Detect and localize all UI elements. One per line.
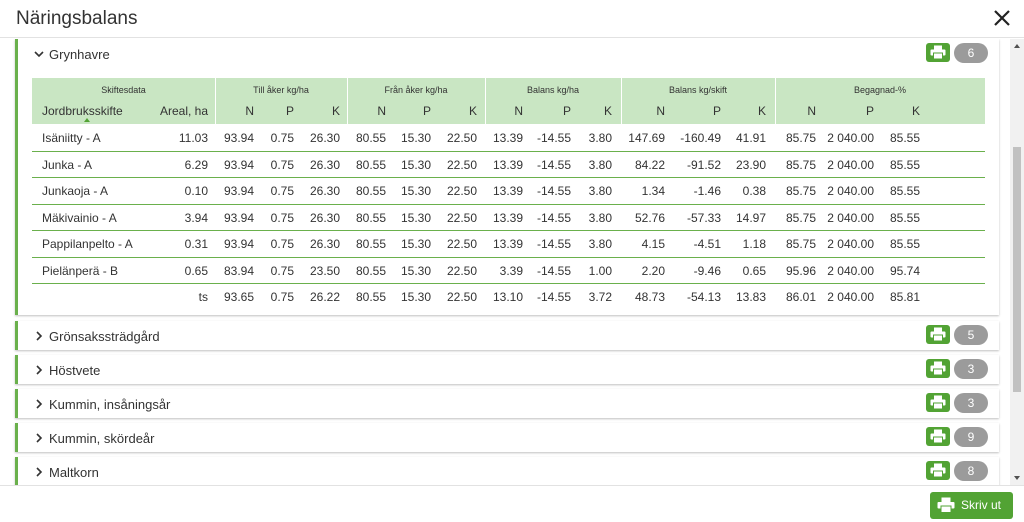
table-cell: 85.55: [889, 237, 920, 251]
column-header[interactable]: Jordbruksskifte: [42, 104, 123, 118]
column-header[interactable]: K: [552, 104, 612, 118]
printer-icon: [930, 429, 946, 444]
chevron-right-icon: [36, 467, 43, 477]
cell-field-name: Isäniitty - A: [42, 131, 101, 145]
section-header[interactable]: Kummin, skördeår 9: [18, 423, 999, 453]
header-group: Balans kg/ha: [526, 85, 580, 95]
chevron-right-icon: [36, 365, 43, 375]
table-cell: 85.55: [889, 184, 920, 198]
section-title: Kummin, skördeår: [49, 431, 155, 446]
printer-icon: [930, 327, 946, 342]
row-divider: [32, 203, 985, 205]
count-badge: 9: [954, 427, 988, 447]
cell-field-name: Junkaoja - A: [42, 184, 109, 198]
section-print-button[interactable]: [926, 393, 950, 412]
column-header[interactable]: N: [605, 104, 665, 118]
count-badge: 3: [954, 393, 988, 413]
row-divider: [32, 230, 985, 231]
section-header[interactable]: Grynhavre 6: [18, 39, 999, 69]
cell-field-name: Pappilanpelto - A: [42, 237, 133, 251]
row-divider: [32, 150, 985, 152]
row-divider: [32, 177, 985, 178]
row-divider: [32, 256, 985, 258]
close-button[interactable]: [990, 6, 1014, 30]
scroll-up-icon[interactable]: [1010, 39, 1024, 53]
row-divider: [32, 283, 985, 284]
printer-icon: [930, 361, 946, 376]
dialog-footer: Skriv ut: [0, 485, 1024, 522]
nutrient-balance-dialog: Näringsbalans Grynhavre 6 Skiftesdata Til…: [0, 0, 1024, 522]
cell-field-name: Pielänperä - B: [42, 263, 119, 278]
printer-icon: [937, 497, 955, 513]
header-group: Balans kg/skift: [668, 85, 728, 95]
section-header[interactable]: Maltkorn 8: [18, 457, 999, 485]
cell-field-name: Junka - A: [42, 157, 93, 172]
count-badge: 3: [954, 359, 988, 379]
count-badge: 6: [954, 43, 988, 63]
header-group: Begagnad-%: [853, 85, 907, 95]
section-print-button[interactable]: [926, 359, 950, 378]
chevron-right-icon: [36, 331, 43, 341]
cell-field-name: Mäkivainio - A: [42, 210, 117, 225]
sections-scroll-area[interactable]: Grynhavre 6 Skiftesdata Till åker kg/ha Fr…: [0, 39, 1010, 485]
section-title: Maltkorn: [49, 465, 99, 480]
section-title: Höstvete: [49, 363, 101, 378]
dialog-title-bar: Näringsbalans: [0, 0, 1024, 38]
section-title: Grönsakssträdgård: [49, 329, 160, 344]
section-collapsed[interactable]: Grönsakssträdgård 5: [15, 321, 999, 350]
chevron-down-icon: [34, 51, 44, 58]
count-badge: 8: [954, 461, 988, 481]
print-button[interactable]: Skriv ut: [930, 492, 1013, 519]
section-print-button[interactable]: [926, 43, 950, 62]
section-header[interactable]: Höstvete 3: [18, 355, 999, 385]
header-group: Från åker kg/ha: [384, 85, 448, 95]
table-cell: 95.74: [889, 263, 920, 278]
table-cell: 85.55: [889, 157, 920, 172]
column-header[interactable]: N: [756, 104, 816, 118]
printer-icon: [930, 463, 946, 478]
section-grynhavre: Grynhavre 6 Skiftesdata Till åker kg/ha Fr…: [15, 39, 999, 315]
section-header[interactable]: Grönsakssträdgård 5: [18, 321, 999, 351]
section-title: Kummin, insåningsår: [49, 397, 171, 412]
section-print-button[interactable]: [926, 325, 950, 344]
table-cell: 85.55: [889, 131, 920, 145]
header-group: Till åker kg/ha: [253, 85, 309, 95]
section-header[interactable]: Kummin, insåningsår 3: [18, 389, 999, 419]
header-group: Skiftesdata: [101, 85, 146, 95]
printer-icon: [930, 45, 946, 60]
table-cell: 85.81: [889, 290, 920, 304]
section-collapsed[interactable]: Kummin, insåningsår 3: [15, 389, 999, 418]
column-header[interactable]: K: [860, 104, 920, 118]
printer-icon: [930, 395, 946, 410]
close-icon: [994, 10, 1010, 26]
table-cell: 85.55: [889, 210, 920, 225]
section-print-button[interactable]: [926, 461, 950, 480]
vertical-scrollbar[interactable]: [1010, 39, 1024, 485]
count-badge: 5: [954, 325, 988, 345]
section-collapsed[interactable]: Kummin, skördeår 9: [15, 423, 999, 452]
scroll-down-icon[interactable]: [1010, 471, 1024, 485]
sort-asc-icon: [84, 118, 90, 122]
scrollbar-thumb[interactable]: [1013, 147, 1021, 392]
dialog-title: Näringsbalans: [16, 8, 138, 29]
section-collapsed[interactable]: Maltkorn 8: [15, 457, 999, 485]
section-title: Grynhavre: [49, 47, 110, 62]
chevron-right-icon: [36, 433, 43, 443]
chevron-right-icon: [36, 399, 43, 409]
section-print-button[interactable]: [926, 427, 950, 446]
print-button-label: Skriv ut: [961, 498, 1002, 512]
section-collapsed[interactable]: Höstvete 3: [15, 355, 999, 384]
